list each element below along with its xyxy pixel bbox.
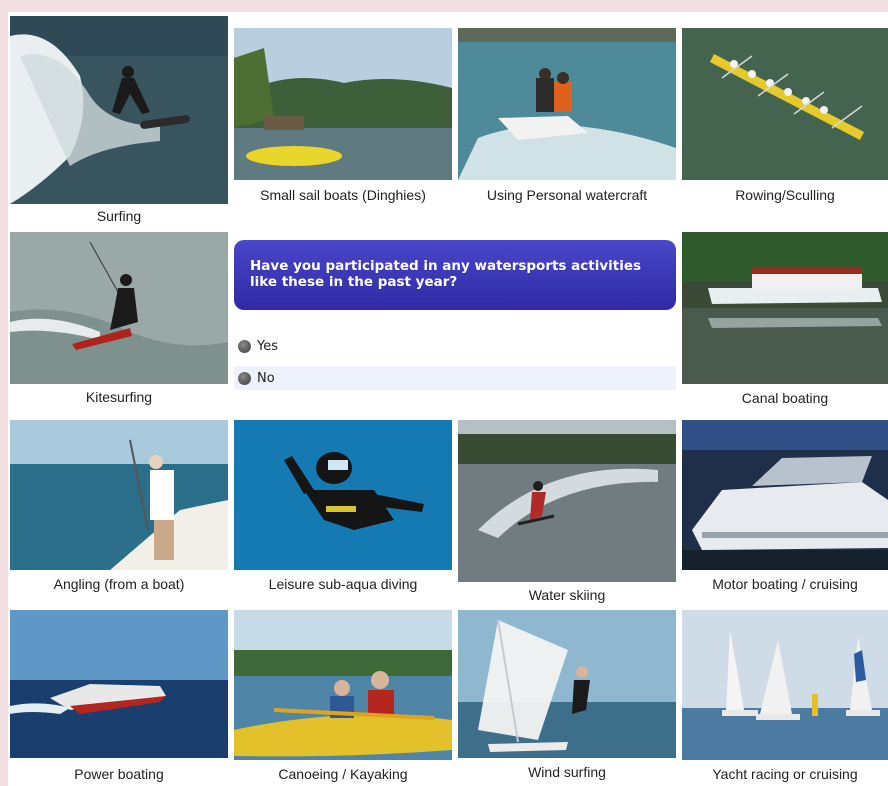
activity-angling: Angling (from a boat) xyxy=(10,420,230,600)
activity-canal-boating: Canal boating xyxy=(682,232,888,412)
question-prompt: Have you participated in any watersports… xyxy=(234,240,676,310)
activity-label: Power boating xyxy=(74,766,164,782)
activity-label: Leisure sub-aqua diving xyxy=(268,576,418,592)
activity-label: Canal boating xyxy=(741,390,829,406)
activity-label: Water skiing xyxy=(528,587,606,603)
activity-yacht-racing: Yacht racing or cruising xyxy=(682,610,888,786)
activity-personal-watercraft: Using Personal watercraft xyxy=(458,28,678,208)
activity-rowing: Rowing/Sculling xyxy=(682,28,888,208)
canal-boat-photo xyxy=(682,232,888,384)
rowing-photo xyxy=(682,28,888,180)
activity-power-boating: Power boating xyxy=(10,610,230,786)
kitesurfing-photo xyxy=(10,232,228,384)
activity-dinghies: Small sail boats (Dinghies) xyxy=(234,28,454,208)
option-no[interactable]: No xyxy=(234,366,676,390)
activity-canoeing: Canoeing / Kayaking xyxy=(234,610,454,786)
radio-yes[interactable] xyxy=(238,339,251,353)
option-yes-label: Yes xyxy=(257,338,278,354)
activity-label: Kitesurfing xyxy=(85,389,153,405)
activity-label: Motor boating / cruising xyxy=(712,576,858,592)
windsurf-photo xyxy=(458,610,676,758)
power-boat-photo xyxy=(10,610,228,758)
activity-diving: Leisure sub-aqua diving xyxy=(234,420,454,600)
activity-label: Yacht racing or cruising xyxy=(712,766,858,782)
activity-kitesurfing: Kitesurfing xyxy=(10,232,230,410)
surfing-photo xyxy=(10,16,228,204)
activity-surfing: Surfing xyxy=(10,16,230,228)
option-yes[interactable]: Yes xyxy=(234,334,676,358)
activity-label: Small sail boats (Dinghies) xyxy=(260,187,426,203)
yacht-photo xyxy=(682,610,888,760)
jetski-photo xyxy=(458,28,676,180)
radio-no[interactable] xyxy=(238,371,251,385)
activity-label: Wind surfing xyxy=(528,764,606,780)
water-skiing-photo xyxy=(458,420,676,582)
angling-photo xyxy=(10,420,228,570)
activity-motor-boating: Motor boating / cruising xyxy=(682,420,888,600)
motor-boat-photo xyxy=(682,420,888,570)
activity-label: Using Personal watercraft xyxy=(486,187,648,203)
option-no-label: No xyxy=(257,370,275,386)
activity-label: Surfing xyxy=(96,208,142,224)
kayak-photo xyxy=(234,610,452,760)
activity-water-skiing: Water skiing xyxy=(458,420,678,608)
activity-label: Angling (from a boat) xyxy=(53,576,185,592)
diving-photo xyxy=(234,420,452,570)
activity-wind-surfing: Wind surfing xyxy=(458,610,678,786)
dinghy-photo xyxy=(234,28,452,180)
activity-label: Rowing/Sculling xyxy=(735,187,835,203)
question-text: Have you participated in any watersports… xyxy=(250,258,642,290)
activity-label: Canoeing / Kayaking xyxy=(278,766,408,782)
